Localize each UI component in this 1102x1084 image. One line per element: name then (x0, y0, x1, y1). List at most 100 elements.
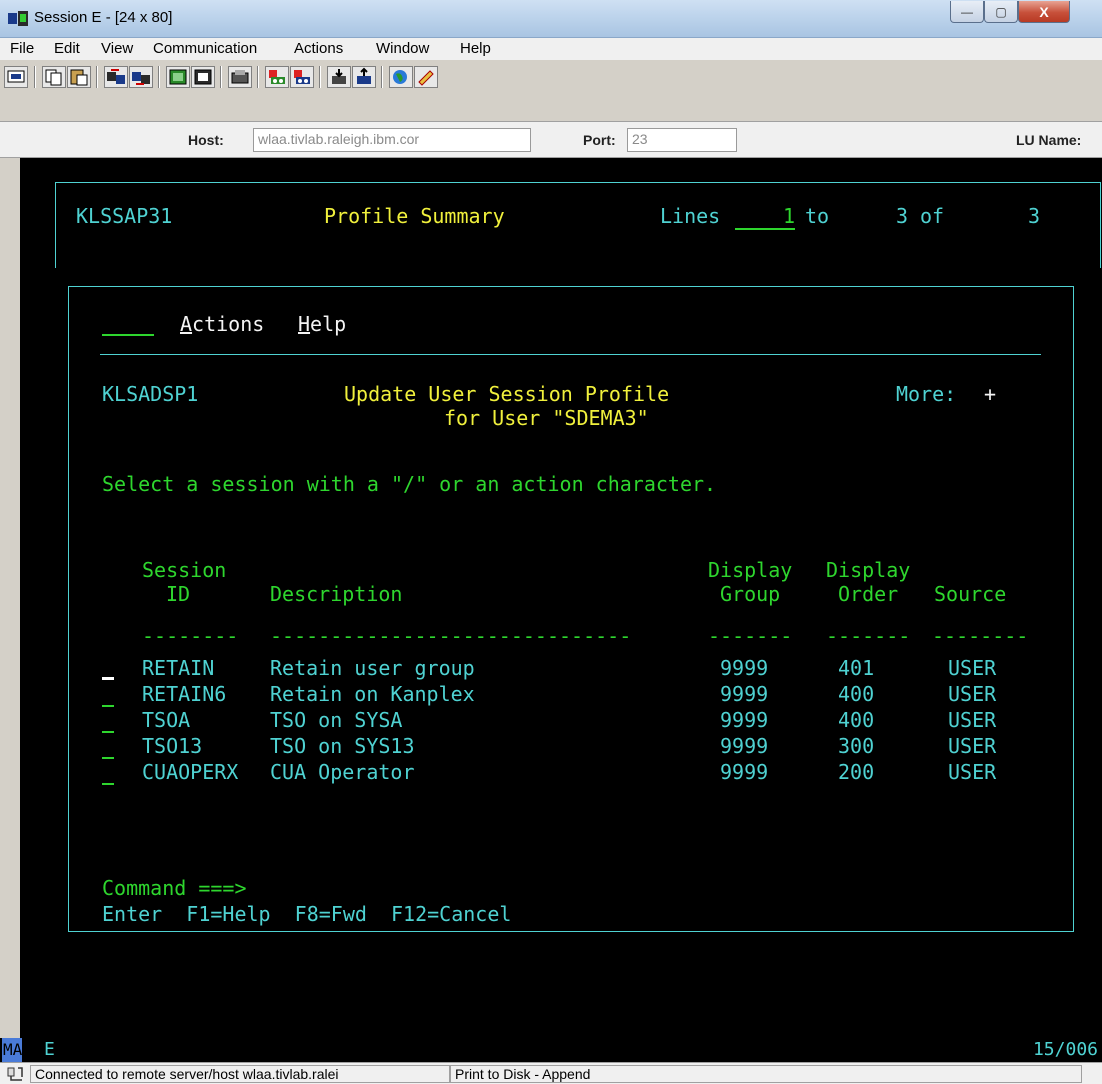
paste-icon[interactable] (67, 66, 91, 88)
inner-panel-subtitle: for User "SDEMA3" (444, 406, 649, 430)
menu-actions[interactable]: Actions (294, 40, 343, 57)
command-label: Command ===> (102, 876, 247, 900)
col-display-group: Group (720, 582, 781, 606)
row-description: Retain on Kanplex (270, 682, 475, 706)
connection-icon (7, 1067, 23, 1081)
separator-order: ------- (826, 624, 911, 648)
row-description: TSO on SYSA (270, 708, 403, 732)
col-display-order-top: Display (826, 558, 911, 582)
row-source: USER (948, 656, 997, 680)
action-bar-field[interactable] (102, 312, 154, 336)
macro-icon[interactable] (166, 66, 190, 88)
copy-icon[interactable] (42, 66, 66, 88)
row-order: 200 (838, 760, 875, 784)
keypad-icon[interactable] (191, 66, 215, 88)
menu-edit[interactable]: Edit (54, 40, 80, 57)
lines-from-field[interactable]: 1 (735, 204, 795, 230)
menu-window[interactable]: Window (376, 40, 429, 57)
row-source: USER (948, 760, 997, 784)
col-description: Description (270, 582, 403, 606)
lu-name-label: LU Name: (1016, 132, 1082, 148)
host-label: Host: (188, 132, 224, 148)
menu-communication[interactable]: Communication (153, 40, 257, 57)
print-status: Print to Disk - Append (450, 1065, 1082, 1083)
row-session-id: RETAIN (142, 656, 215, 680)
of-label: of (920, 204, 945, 228)
row-group: 9999 (720, 656, 769, 680)
actions-menu[interactable]: Actions (180, 312, 264, 336)
row-group: 9999 (720, 760, 769, 784)
col-session-top: Session (142, 558, 227, 582)
separator-description: ------------------------------ (270, 624, 632, 648)
record-icon[interactable] (265, 66, 289, 88)
row-group: 9999 (720, 708, 769, 732)
status-bar: Connected to remote server/host wlaa.tiv… (0, 1062, 1102, 1084)
clipboard-icon[interactable] (228, 66, 252, 88)
menu-view[interactable]: View (101, 40, 133, 57)
lines-to-label: to (805, 204, 830, 228)
outer-panel-id: KLSSAP31 (76, 204, 173, 228)
upload-icon[interactable] (352, 66, 376, 88)
row-session-id: TSO13 (142, 734, 203, 758)
row-session-id: CUAOPERX (142, 760, 239, 784)
more-indicator[interactable]: + (984, 382, 996, 406)
row-order: 401 (838, 656, 875, 680)
row-order: 400 (838, 682, 875, 706)
connection-status: Connected to remote server/host wlaa.tiv… (30, 1065, 450, 1083)
maximize-button[interactable]: ▢ (984, 1, 1018, 23)
lines-to-value: 3 (896, 204, 909, 228)
col-session-id: ID (166, 582, 191, 606)
row-select-field[interactable] (102, 731, 114, 733)
send-icon[interactable] (104, 66, 128, 88)
total-lines: 3 (1028, 204, 1041, 228)
lines-label: Lines (660, 204, 721, 228)
host-field[interactable]: wlaa.tivlab.raleigh.ibm.cor (253, 128, 531, 152)
row-select-field[interactable] (102, 677, 114, 680)
port-field[interactable]: 23 (627, 128, 737, 152)
terminal-screen[interactable]: KLSSAP31 Profile Summary Lines 1 to 3 of… (20, 158, 1102, 1038)
host-bar: Host: wlaa.tivlab.raleigh.ibm.cor Port: … (0, 122, 1102, 158)
command-input[interactable] (282, 876, 1022, 900)
cursor-position: 15/006 (1032, 1039, 1098, 1060)
help-icon[interactable] (414, 66, 438, 88)
menu-help[interactable]: Help (460, 40, 491, 57)
separator-group: ------- (708, 624, 793, 648)
help-menu[interactable]: Help (298, 312, 346, 336)
outer-panel-frame (55, 182, 1101, 268)
row-session-id: TSOA (142, 708, 191, 732)
title-bar: Session E - [24 x 80] — ▢ X (0, 0, 1102, 38)
row-select-field[interactable] (102, 783, 114, 785)
row-order: 400 (838, 708, 875, 732)
row-group: 9999 (720, 734, 769, 758)
row-description: CUA Operator (270, 760, 415, 784)
port-label: Port: (583, 132, 616, 148)
operator-info-area: MA E 15/006 (0, 1038, 1102, 1062)
col-display-order: Order (838, 582, 899, 606)
col-source: Source (934, 582, 1007, 606)
row-select-field[interactable] (102, 705, 114, 707)
mode-indicator: MA (2, 1038, 22, 1062)
row-select-field[interactable] (102, 757, 114, 759)
action-bar-divider (100, 354, 1041, 355)
session-indicator: E (44, 1039, 55, 1060)
row-group: 9999 (720, 682, 769, 706)
function-keys: Enter F1=Help F8=Fwd F12=Cancel (102, 902, 512, 926)
web-icon[interactable] (389, 66, 413, 88)
receive-icon[interactable] (129, 66, 153, 88)
row-order: 300 (838, 734, 875, 758)
close-button[interactable]: X (1018, 1, 1070, 23)
row-source: USER (948, 734, 997, 758)
row-session-id: RETAIN6 (142, 682, 227, 706)
minimize-button[interactable]: — (950, 1, 984, 23)
download-icon[interactable] (327, 66, 351, 88)
inner-panel-title: Update User Session Profile (344, 382, 670, 406)
play-icon[interactable] (290, 66, 314, 88)
col-display-group-top: Display (708, 558, 793, 582)
inner-panel-id: KLSADSP1 (102, 382, 199, 406)
separator-session: -------- (142, 624, 239, 648)
outer-panel-title: Profile Summary (324, 204, 505, 228)
menu-file[interactable]: File (10, 40, 34, 57)
display-icon[interactable] (4, 66, 28, 88)
row-description: TSO on SYS13 (270, 734, 415, 758)
row-source: USER (948, 682, 997, 706)
